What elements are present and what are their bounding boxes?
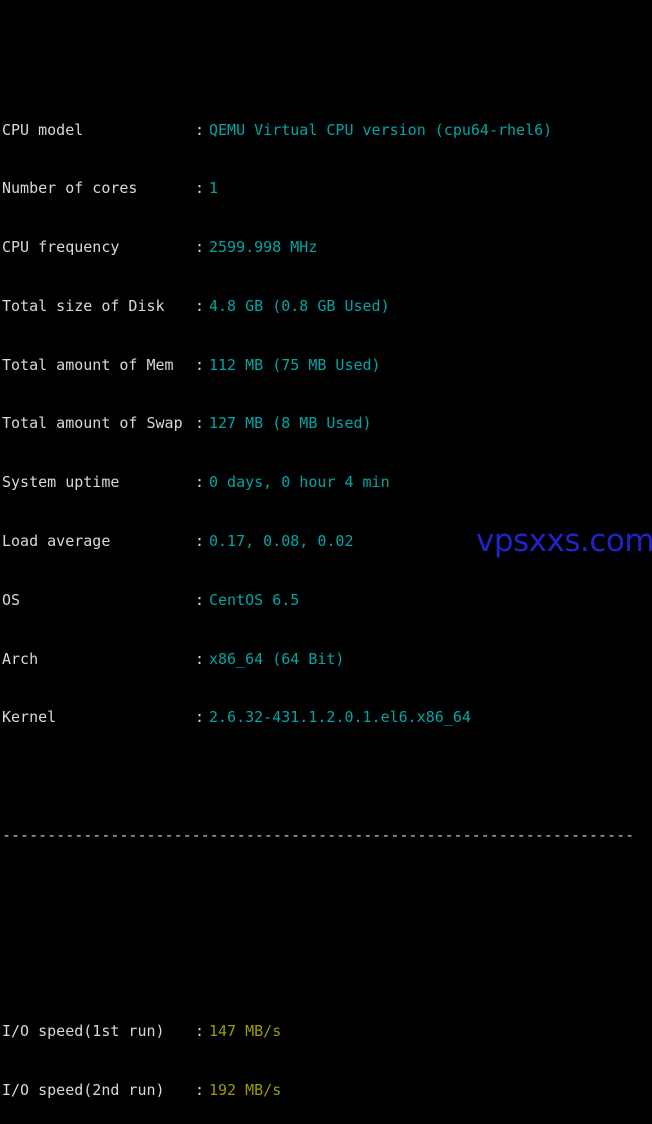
info-colon: : — [195, 120, 205, 139]
io-value: 192 MB/s — [209, 1080, 282, 1099]
io-value: 147 MB/s — [209, 1021, 282, 1040]
system-info-block: CPU model: QEMU Virtual CPU version (cpu6… — [2, 81, 634, 767]
info-row: OS: CentOS 6.5 — [2, 591, 634, 611]
info-value: QEMU Virtual CPU version (cpu64-rhel6) — [209, 120, 553, 139]
info-colon: : — [195, 238, 205, 257]
info-label: Total amount of Swap — [2, 414, 183, 433]
info-label: Arch — [2, 649, 39, 668]
info-colon: : — [195, 532, 205, 551]
info-label: System uptime — [2, 473, 120, 492]
info-colon: : — [195, 649, 205, 668]
info-value: 112 MB (75 MB Used) — [209, 355, 381, 374]
info-colon: : — [195, 179, 205, 198]
info-row: Number of cores:1 — [2, 179, 634, 199]
info-value: 2599.998 MHz — [209, 238, 318, 257]
io-row: I/O speed(2nd run):192 MB/s — [2, 1081, 634, 1101]
info-label: Total size of Disk — [2, 296, 165, 315]
info-value: 2.6.32-431.1.2.0.1.el6.x86_64 — [209, 708, 471, 727]
info-colon: : — [195, 414, 205, 433]
io-row: I/O speed(1st run):147 MB/s — [2, 1022, 634, 1042]
info-value: 1 — [209, 179, 219, 198]
info-row: Kernel:2.6.32-431.1.2.0.1.el6.x86_64 — [2, 708, 634, 728]
info-row: CPU frequency:2599.998 MHz — [2, 238, 634, 258]
info-row: Load average:0.17, 0.08, 0.02 — [2, 532, 634, 552]
info-row: Arch: x86_64 (64 Bit) — [2, 650, 634, 670]
io-label: I/O speed(1st run) — [2, 1021, 165, 1040]
info-colon: : — [195, 590, 205, 609]
info-row: Total size of Disk:4.8 GB (0.8 GB Used) — [2, 297, 634, 317]
info-row: Total amount of Mem:112 MB (75 MB Used) — [2, 356, 634, 376]
info-colon: : — [195, 708, 205, 727]
info-colon: : — [195, 355, 205, 374]
separator-line: ----------------------------------------… — [2, 825, 635, 844]
info-value: 0 days, 0 hour 4 min — [209, 473, 390, 492]
info-label: OS — [2, 590, 21, 609]
io-label: I/O speed(2nd run) — [2, 1080, 165, 1099]
info-colon: : — [195, 296, 205, 315]
io-colon: : — [195, 1080, 205, 1099]
info-value: 127 MB (8 MB Used) — [209, 414, 372, 433]
info-label: Load average — [2, 532, 111, 551]
info-label: CPU frequency — [2, 238, 120, 257]
info-label: Kernel — [2, 708, 57, 727]
info-colon: : — [195, 473, 205, 492]
info-value: CentOS 6.5 — [209, 590, 300, 609]
info-row: System uptime:0 days, 0 hour 4 min — [2, 473, 634, 493]
io-speed-block: I/O speed(1st run):147 MB/s I/O speed(2n… — [2, 983, 634, 1124]
io-colon: : — [195, 1021, 205, 1040]
info-value: 4.8 GB (0.8 GB Used) — [209, 296, 390, 315]
info-value: x86_64 (64 Bit) — [209, 649, 345, 668]
info-value: 0.17, 0.08, 0.02 — [209, 532, 354, 551]
info-row: Total amount of Swap:127 MB (8 MB Used) — [2, 414, 634, 434]
info-label: Number of cores — [2, 179, 138, 198]
terminal-output: CPU model: QEMU Virtual CPU version (cpu6… — [0, 0, 634, 1124]
info-row: CPU model: QEMU Virtual CPU version (cpu6… — [2, 121, 634, 141]
info-label: CPU model — [2, 120, 84, 139]
info-label: Total amount of Mem — [2, 355, 174, 374]
